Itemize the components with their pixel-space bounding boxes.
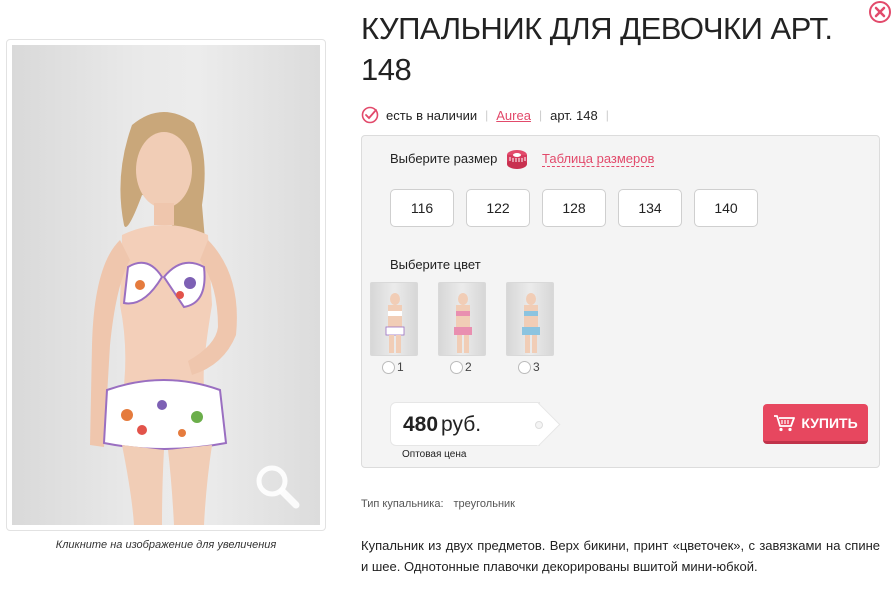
article-number: арт. 148: [550, 107, 598, 123]
color-swatch-2[interactable]: [438, 282, 486, 356]
price-number: 480: [403, 413, 439, 436]
buy-button-label: КУПИТЬ: [801, 414, 858, 431]
close-icon[interactable]: [868, 0, 892, 24]
swatch-thumbnail-3: [522, 293, 540, 353]
price-tag: 480 руб.: [390, 402, 543, 446]
product-title: КУПАЛЬНИК ДЛЯ ДЕВОЧКИ АРТ. 148: [361, 11, 833, 87]
product-meta: есть в наличии | Aurea | арт. 148 |: [361, 104, 617, 126]
color-label: Выберите цвет: [390, 257, 481, 272]
size-option-116[interactable]: 116: [390, 189, 454, 227]
radio-circle[interactable]: [382, 360, 395, 374]
property-label: Тип купальника:: [361, 498, 444, 510]
price-amount: 480 руб.: [403, 413, 481, 437]
product-photo-figure: [90, 111, 237, 525]
color-option-label: 2: [465, 360, 472, 374]
color-swatch-3[interactable]: [506, 282, 554, 356]
color-radio-3[interactable]: 3: [518, 360, 540, 374]
in-stock-check-icon: [361, 106, 379, 124]
property-value: треугольник: [453, 498, 515, 510]
measuring-tape-icon[interactable]: [505, 147, 529, 171]
wholesale-price-note: Оптовая цена: [402, 449, 467, 460]
meta-separator: |: [605, 108, 609, 122]
radio-circle[interactable]: [518, 360, 531, 374]
price-currency: руб.: [441, 413, 482, 436]
purchase-options-panel: Выберите размер Таблица размеров 116 122…: [361, 135, 880, 468]
color-radio-1[interactable]: 1: [382, 360, 404, 374]
swatch-thumbnail-2: [454, 293, 472, 353]
image-caption: Кликните на изображение для увеличения: [55, 539, 277, 551]
size-option-134[interactable]: 134: [618, 189, 682, 227]
color-option-label: 3: [533, 360, 540, 374]
color-radio-2[interactable]: 2: [450, 360, 472, 374]
product-description: Купальник из двух предметов. Верх бикини…: [361, 538, 880, 574]
size-option-140[interactable]: 140: [694, 189, 758, 227]
swatch-thumbnail-1: [385, 293, 405, 353]
shopping-cart-icon: [774, 414, 796, 431]
size-table-link[interactable]: Таблица размеров: [542, 151, 655, 167]
zoom-magnifier-icon[interactable]: [254, 463, 300, 509]
swimsuit-type-property: Тип купальника: треугольник: [361, 498, 515, 510]
meta-separator: |: [538, 108, 543, 122]
size-label: Выберите размер: [390, 151, 498, 166]
meta-separator: |: [485, 108, 489, 122]
size-option-128[interactable]: 128: [542, 189, 606, 227]
price-tag-hole: [535, 421, 543, 429]
availability-status: есть в наличии: [386, 107, 478, 123]
brand-link[interactable]: Aurea: [496, 108, 531, 123]
color-option-label: 1: [397, 360, 404, 374]
color-swatch-1[interactable]: [370, 282, 418, 356]
buy-button[interactable]: КУПИТЬ: [763, 404, 868, 444]
radio-circle[interactable]: [450, 360, 463, 374]
size-option-122[interactable]: 122: [466, 189, 530, 227]
product-image-frame: [6, 39, 326, 531]
product-image[interactable]: [12, 45, 320, 525]
